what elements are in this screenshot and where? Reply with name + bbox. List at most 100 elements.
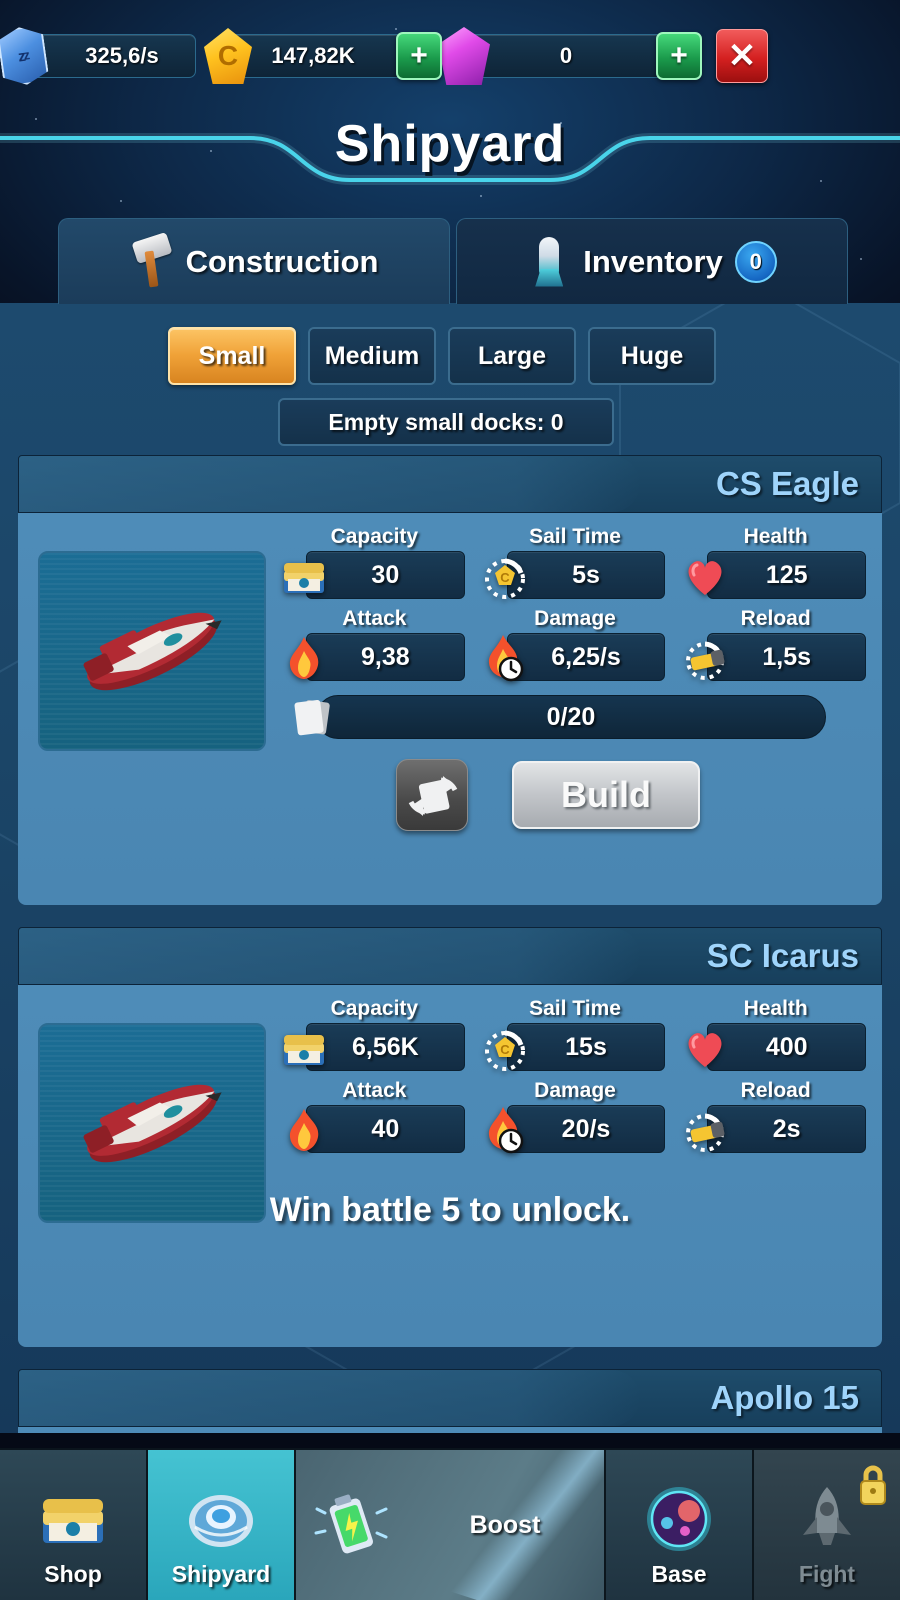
ship-art bbox=[83, 1084, 222, 1163]
stat-sail-time: Sail Time C 5s bbox=[484, 525, 666, 599]
ship-art bbox=[83, 612, 222, 691]
stat-capacity: Capacity 6,56K bbox=[284, 997, 465, 1071]
ship-header: SC Icarus bbox=[18, 927, 882, 985]
empty-docks-status: Empty small docks: 0 bbox=[278, 398, 614, 446]
add-coins-button[interactable]: + bbox=[396, 32, 442, 80]
stat-damage-label: Damage bbox=[534, 1079, 616, 1102]
stat-attack: Attack 40 bbox=[284, 1079, 465, 1153]
swap-blueprint-button[interactable] bbox=[396, 759, 468, 831]
damage-icon bbox=[488, 1107, 523, 1154]
stat-reload: Reload 2s bbox=[685, 1079, 867, 1153]
nav-shipyard-label: Shipyard bbox=[171, 1561, 271, 1587]
sail-time-icon: C bbox=[484, 1030, 525, 1071]
stat-reload: Reload 1,5s bbox=[685, 607, 867, 681]
chest-icon bbox=[35, 1481, 111, 1557]
build-actions: Build bbox=[284, 759, 866, 831]
hammer-icon bbox=[130, 235, 174, 289]
stat-row: Capacity 30 Sail Time C 5s Health 125 bbox=[284, 525, 867, 599]
stat-row: Attack 40 Damage 20/s Reload 2s bbox=[284, 1079, 867, 1154]
ship-name: CS Eagle bbox=[715, 465, 859, 502]
resource-topbar: zz 325,6/s C 147,82K + 0 + ✕ bbox=[0, 0, 900, 112]
build-button[interactable]: Build bbox=[512, 761, 700, 829]
nav-base[interactable]: Base bbox=[606, 1450, 752, 1600]
nav-shop-label: Shop bbox=[44, 1561, 102, 1587]
flame-icon bbox=[289, 637, 319, 679]
nav-shop[interactable]: Shop bbox=[0, 1450, 146, 1600]
tab-construction[interactable]: Construction bbox=[58, 218, 450, 304]
ship-card[interactable]: Apollo 15 Capacity Sail Time Health bbox=[18, 1369, 882, 1433]
ship-thumbnail[interactable] bbox=[38, 551, 266, 751]
gems-resource: 0 + bbox=[438, 27, 702, 85]
blueprint-progress: 0/20 bbox=[294, 695, 826, 739]
sail-time-icon: C bbox=[484, 558, 525, 599]
filter-large[interactable]: Large bbox=[448, 327, 576, 385]
lock-icon bbox=[860, 1465, 886, 1505]
stat-damage: Damage 6,25/s bbox=[485, 607, 666, 682]
add-gems-button[interactable]: + bbox=[656, 32, 702, 80]
tab-bar: Construction Inventory 0 bbox=[58, 218, 848, 304]
stat-health-label: Health bbox=[743, 997, 808, 1020]
stat-attack-label: Attack bbox=[342, 607, 407, 630]
swap-icon bbox=[408, 776, 458, 816]
stat-row: Capacity 6,56K Sail Time C 15s Health 40… bbox=[284, 997, 867, 1071]
ship-body: Capacity Sail Time Health bbox=[18, 1427, 882, 1433]
svg-text:C: C bbox=[500, 1042, 510, 1057]
stat-capacity-label: Capacity bbox=[330, 525, 419, 548]
stat-attack-label: Attack bbox=[342, 1079, 407, 1102]
size-filter-group: Small Medium Large Huge bbox=[168, 327, 716, 385]
ship-list[interactable]: CS Eagle Capacity 30 Sail Time C 5s Heal… bbox=[0, 455, 900, 1433]
filter-medium[interactable]: Medium bbox=[308, 327, 436, 385]
stat-sail-time-label: Sail Time bbox=[529, 997, 621, 1020]
ship-card[interactable]: SC Icarus Capacity 6,56K Sail Time C 15s… bbox=[18, 927, 882, 1347]
stat-reload-label: Reload bbox=[740, 1079, 811, 1102]
energy-resource: zz 325,6/s bbox=[14, 34, 196, 78]
ship-body: Capacity 6,56K Sail Time C 15s Health 40… bbox=[18, 985, 882, 1347]
filter-small[interactable]: Small bbox=[168, 327, 296, 385]
boost-button[interactable]: Boost bbox=[296, 1450, 604, 1600]
chest-icon bbox=[284, 1035, 324, 1065]
game-screen: zz 325,6/s C 147,82K + 0 + ✕ Shipyard Co… bbox=[0, 0, 900, 1600]
damage-icon bbox=[488, 635, 523, 682]
battery-icon bbox=[296, 1450, 406, 1600]
close-button[interactable]: ✕ bbox=[716, 29, 768, 83]
ship-thumbnail[interactable] bbox=[38, 1023, 266, 1223]
tab-inventory-label: Inventory bbox=[583, 243, 723, 279]
flame-icon bbox=[289, 1109, 319, 1151]
build-section: 0/20 Build bbox=[284, 695, 866, 831]
stat-capacity-label: Capacity bbox=[330, 997, 419, 1020]
reload-icon bbox=[686, 641, 725, 680]
blueprint-card-icon bbox=[294, 700, 330, 736]
svg-text:C: C bbox=[500, 570, 510, 585]
reload-icon bbox=[686, 1113, 725, 1152]
nav-fight[interactable]: Fight bbox=[754, 1450, 900, 1600]
tab-construction-label: Construction bbox=[185, 243, 379, 279]
planet-icon bbox=[641, 1481, 717, 1557]
ship-header: CS Eagle bbox=[18, 455, 882, 513]
stat-sail-time: Sail Time C 15s bbox=[484, 997, 666, 1071]
stat-attack: Attack 9,38 bbox=[284, 607, 465, 681]
shipyard-icon bbox=[183, 1481, 259, 1557]
page-title: Shipyard bbox=[334, 115, 566, 173]
stat-health: Health 400 bbox=[685, 997, 867, 1071]
heart-icon bbox=[688, 561, 722, 595]
stat-damage: Damage 20/s bbox=[485, 1079, 666, 1154]
filter-huge[interactable]: Huge bbox=[588, 327, 716, 385]
chest-icon bbox=[284, 563, 324, 593]
nav-base-label: Base bbox=[651, 1561, 707, 1587]
nav-shipyard[interactable]: Shipyard bbox=[148, 1450, 294, 1600]
main-panel: Small Medium Large Huge Empty small dock… bbox=[0, 303, 900, 1433]
ship-stats: Capacity 6,56K Sail Time C 15s Health 40… bbox=[284, 997, 867, 1154]
tab-inventory[interactable]: Inventory 0 bbox=[456, 218, 848, 304]
rocket-icon bbox=[789, 1481, 865, 1557]
blueprint-progress-value: 0/20 bbox=[316, 695, 826, 739]
ship-card[interactable]: CS Eagle Capacity 30 Sail Time C 5s Heal… bbox=[18, 455, 882, 905]
ship-body: Capacity 30 Sail Time C 5s Health 125 At… bbox=[18, 513, 882, 905]
nav-boost[interactable]: Boost bbox=[296, 1450, 604, 1600]
ship-header: Apollo 15 bbox=[18, 1369, 882, 1427]
bottom-navigation: Shop Shipyard Boost Base Fight bbox=[0, 1448, 900, 1600]
stat-damage-label: Damage bbox=[534, 607, 616, 630]
nav-boost-label: Boost bbox=[469, 1510, 541, 1539]
stat-reload-label: Reload bbox=[740, 607, 811, 630]
ship-name: SC Icarus bbox=[706, 937, 859, 974]
rocket-icon bbox=[527, 235, 571, 289]
